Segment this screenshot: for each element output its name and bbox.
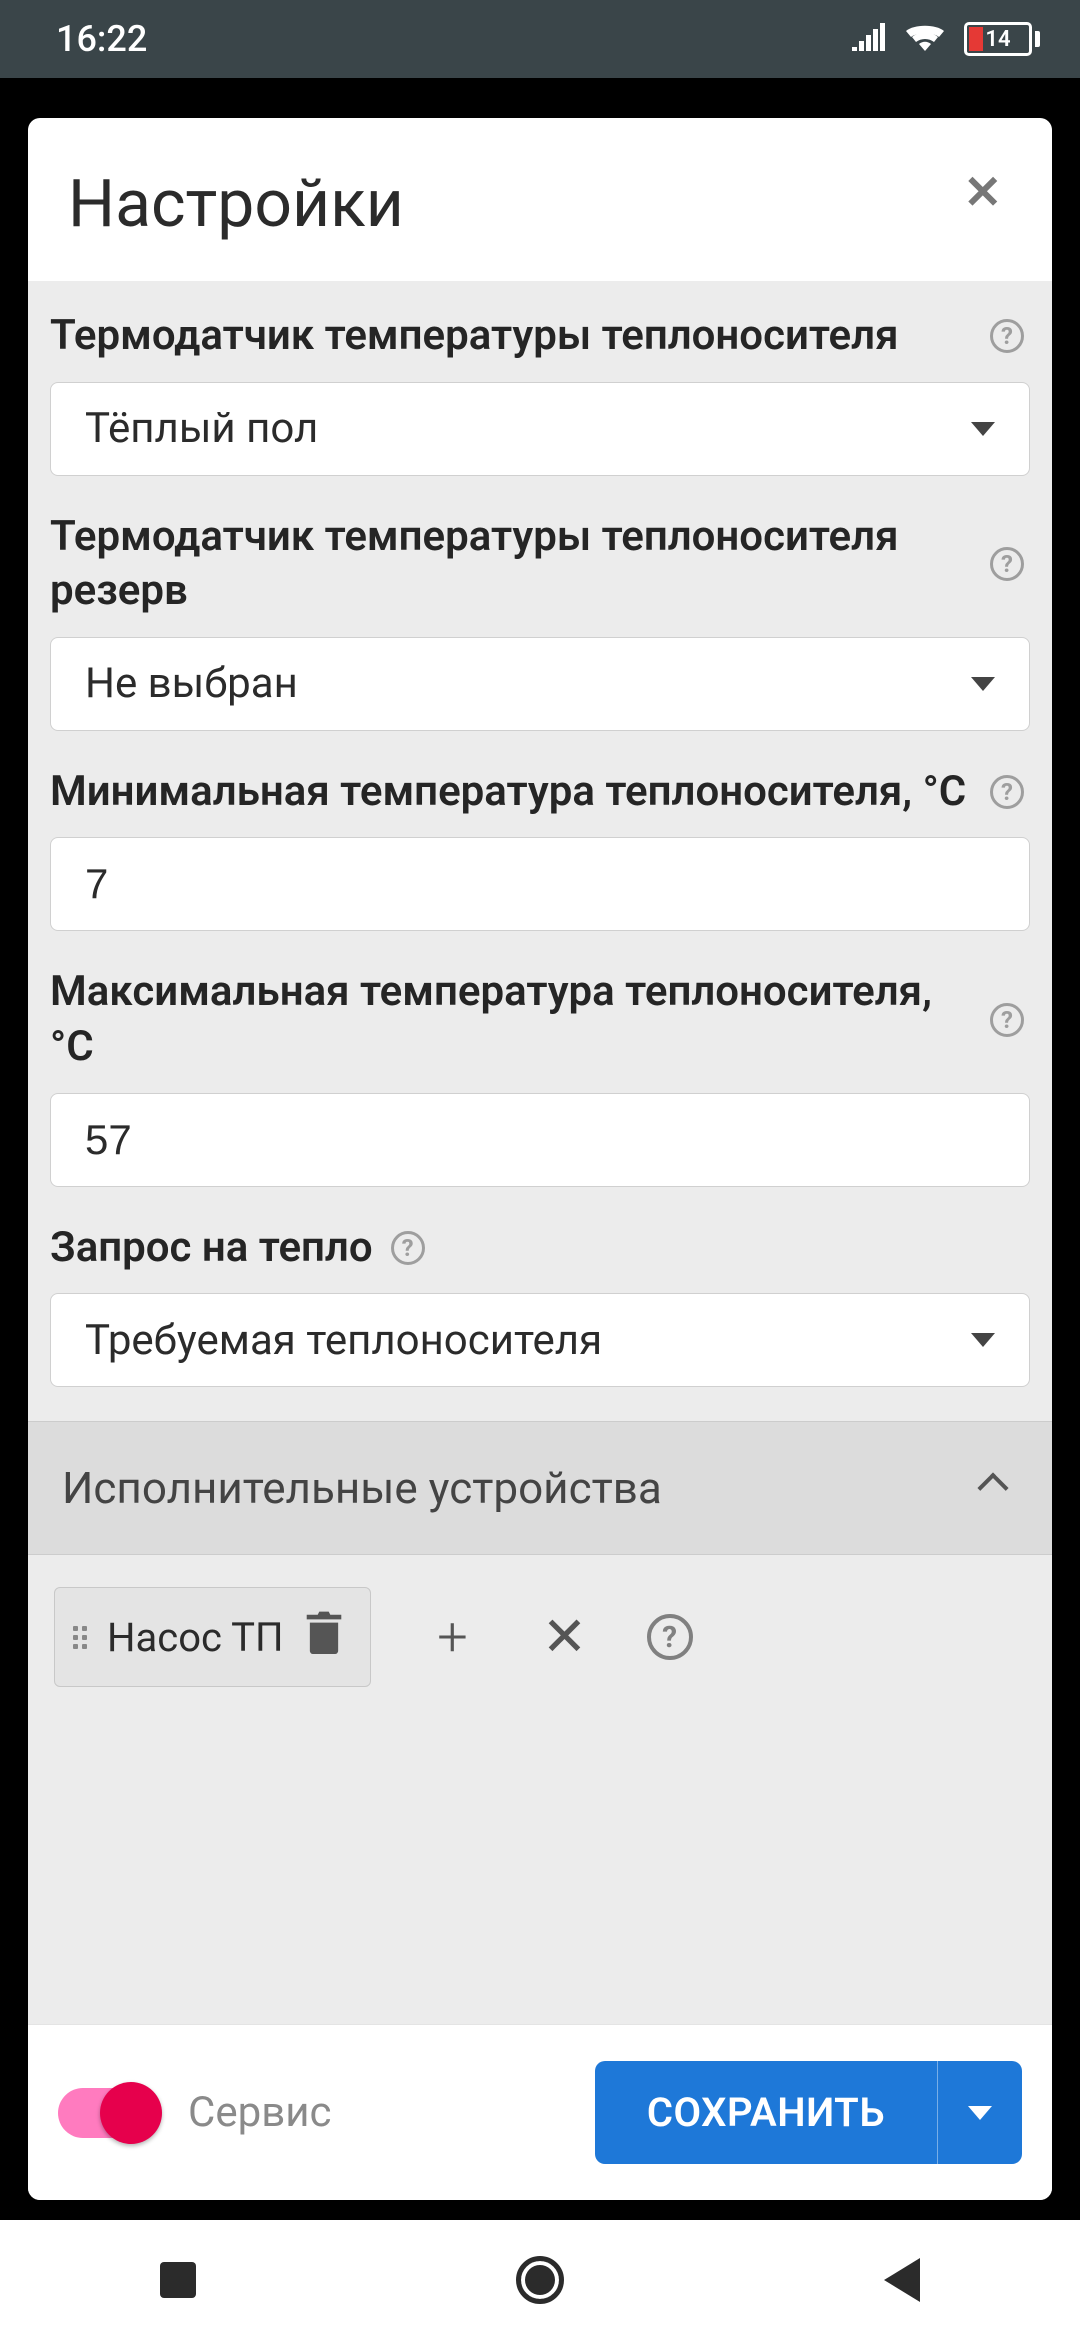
heat-request-value: Требуемая теплоносителя: [85, 1316, 602, 1365]
close-button[interactable]: ✕: [953, 166, 1012, 220]
save-dropdown-button[interactable]: [937, 2061, 1022, 2164]
drag-handle-icon[interactable]: [73, 1626, 87, 1649]
modal-title: Настройки: [68, 166, 404, 243]
battery-icon: 14: [964, 22, 1040, 56]
help-icon[interactable]: ?: [990, 775, 1024, 809]
device-name: Насос ТП: [107, 1614, 284, 1661]
battery-percent: 14: [967, 27, 1029, 52]
sensor-value: Тёплый пол: [85, 404, 318, 453]
min-temp-input[interactable]: [85, 860, 995, 908]
wifi-icon: [904, 18, 946, 60]
help-icon[interactable]: ?: [647, 1614, 693, 1660]
service-toggle[interactable]: [58, 2088, 158, 2138]
actuators-title: Исполнительные устройства: [62, 1462, 662, 1514]
help-icon[interactable]: ?: [391, 1231, 425, 1265]
sensor-select[interactable]: Тёплый пол: [50, 382, 1030, 476]
min-temp-label: Минимальная температура теплоносителя, °…: [50, 765, 974, 820]
service-toggle-label: Сервис: [188, 2088, 565, 2137]
heat-request-select[interactable]: Требуемая теплоносителя: [50, 1293, 1030, 1387]
save-button[interactable]: СОХРАНИТЬ: [595, 2061, 937, 2164]
max-temp-input[interactable]: [85, 1116, 995, 1164]
sensor-label: Термодатчик температуры теплоносителя: [50, 309, 974, 364]
sensor-reserve-select[interactable]: Не выбран: [50, 637, 1030, 731]
chevron-down-icon: [971, 422, 995, 436]
nav-home-button[interactable]: [516, 2256, 564, 2304]
settings-modal: Настройки ✕ Термодатчик температуры тепл…: [28, 118, 1052, 2200]
status-bar: 16:22 14: [0, 0, 1080, 78]
min-temp-input-wrap: [50, 837, 1030, 931]
help-icon[interactable]: ?: [990, 1003, 1024, 1037]
nav-recents-button[interactable]: [160, 2262, 196, 2298]
trash-icon[interactable]: [304, 1610, 344, 1664]
sensor-reserve-value: Не выбран: [85, 659, 298, 708]
heat-request-label: Запрос на тепло: [50, 1221, 373, 1276]
status-time: 16:22: [56, 18, 147, 60]
chevron-down-icon: [971, 677, 995, 691]
help-icon[interactable]: ?: [990, 547, 1024, 581]
help-icon[interactable]: ?: [990, 319, 1024, 353]
nav-back-button[interactable]: [884, 2258, 920, 2302]
chevron-down-icon: [968, 2106, 992, 2120]
status-icons: 14: [852, 18, 1040, 60]
sensor-reserve-label: Термодатчик температуры теплоносителя ре…: [50, 510, 974, 619]
max-temp-input-wrap: [50, 1093, 1030, 1187]
remove-device-button[interactable]: ✕: [535, 1605, 595, 1669]
device-chip[interactable]: Насос ТП: [54, 1587, 371, 1687]
actuators-section-header[interactable]: Исполнительные устройства: [28, 1421, 1052, 1555]
add-device-button[interactable]: +: [423, 1606, 483, 1669]
android-nav-bar: [0, 2220, 1080, 2340]
chevron-down-icon: [971, 1333, 995, 1347]
signal-icon: [852, 18, 886, 60]
chevron-up-icon: [977, 1473, 1008, 1504]
max-temp-label: Максимальная температура теплоносителя, …: [50, 965, 974, 1074]
